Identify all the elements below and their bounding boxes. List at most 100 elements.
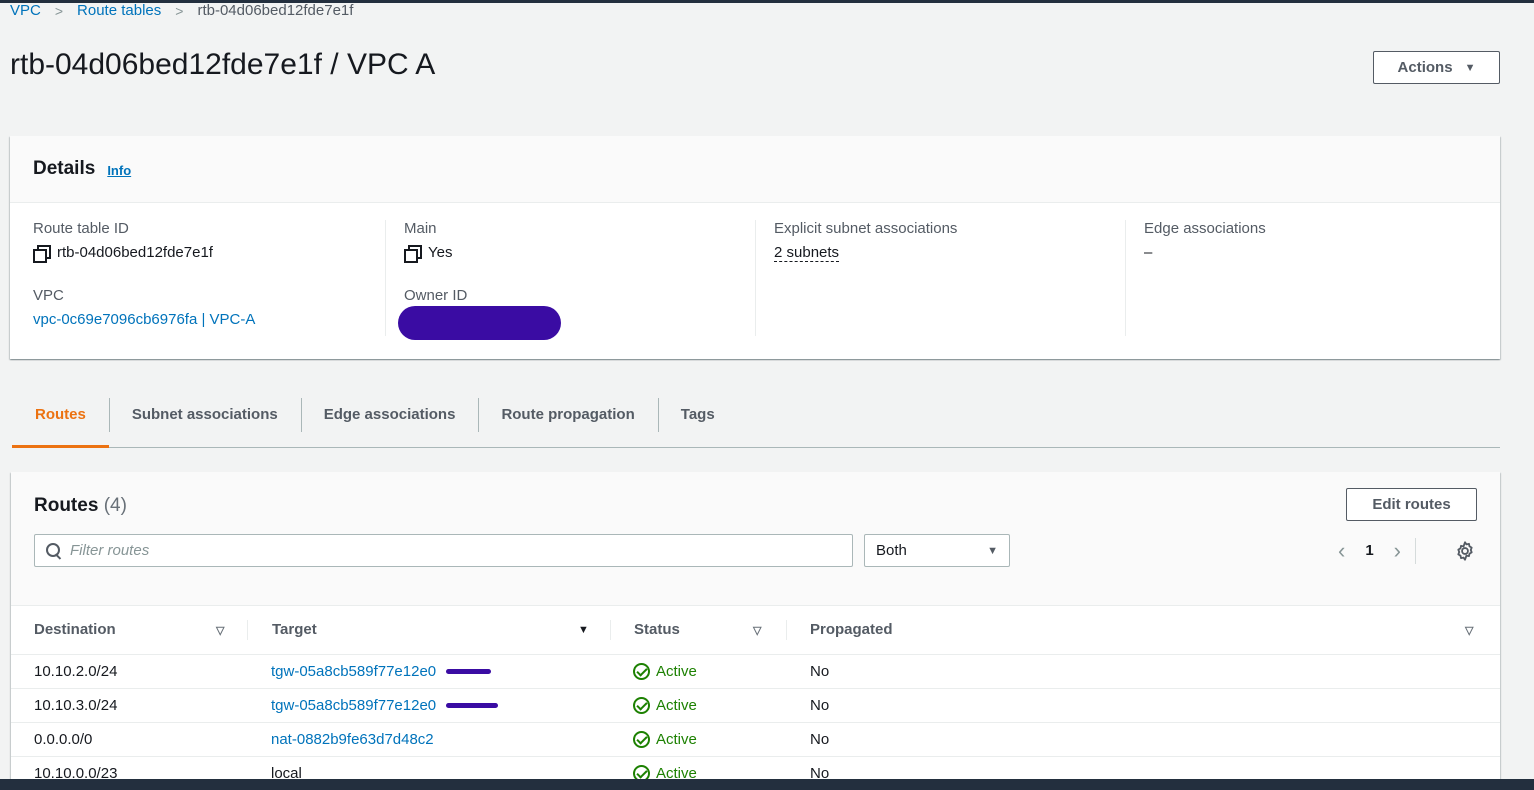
routes-count: (4): [103, 495, 127, 516]
col-target[interactable]: Target ▼: [248, 606, 611, 654]
chevron-right-icon: >: [54, 2, 64, 19]
redaction-mark: [398, 306, 561, 340]
check-circle-icon: [633, 730, 650, 748]
details-col-2: Main Yes Owner ID: [385, 220, 755, 340]
route-table-id-label: Route table ID: [33, 220, 129, 237]
edit-routes-button[interactable]: Edit routes: [1346, 488, 1477, 521]
cell-status: Active: [611, 654, 787, 688]
cell-destination: 0.0.0.0/0: [34, 730, 93, 748]
col-status-label: Status: [634, 621, 680, 639]
tab-tags[interactable]: Tags: [657, 381, 738, 447]
edge-associations-value: –: [1144, 244, 1153, 261]
filter-routes-input[interactable]: [70, 542, 830, 559]
copy-icon[interactable]: [404, 244, 422, 263]
route-table-id-value: rtb-04d06bed12fde7e1f: [33, 244, 383, 263]
cell-propagated: No: [810, 696, 830, 714]
cell-propagated: No: [810, 730, 830, 748]
page-title: rtb-04d06bed12fde7e1f / VPC A: [10, 48, 436, 81]
details-header: Details Info: [10, 136, 1500, 203]
vpc-label: VPC: [33, 287, 64, 304]
page-number[interactable]: 1: [1365, 542, 1373, 559]
actions-label: Actions: [1397, 59, 1453, 76]
propagation-select-value: Both: [876, 542, 907, 559]
target-link[interactable]: nat-0882b9fe63d7d48c2: [271, 731, 434, 748]
breadcrumb-route-tables[interactable]: Route tables: [77, 2, 161, 19]
routes-table: Destination ▽ Target ▼ Status ▽ Propagat…: [11, 606, 1500, 790]
status-text: Active: [656, 696, 697, 714]
table-row: 0.0.0.0/0 nat-0882b9fe63d7d48c2 Active N…: [11, 722, 1500, 756]
cell-target: nat-0882b9fe63d7d48c2: [248, 722, 611, 756]
main-label: Main: [404, 220, 437, 237]
col-destination[interactable]: Destination ▽: [11, 606, 248, 654]
main-value: Yes: [404, 244, 755, 263]
routes-header: Routes (4) Edit routes Both ▼ ‹ 1 ›: [11, 472, 1500, 606]
edge-associations-label: Edge associations: [1144, 220, 1266, 237]
table-row: 10.10.2.0/24 tgw-05a8cb589f77e12e0 Activ…: [11, 654, 1500, 688]
details-heading: Details: [33, 158, 96, 179]
explicit-subnet-value: 2 subnets: [774, 244, 1125, 262]
status-text: Active: [656, 730, 697, 748]
check-circle-icon: [633, 662, 650, 680]
routes-title: Routes (4): [34, 495, 127, 517]
tab-bar: Routes Subnet associations Edge associat…: [12, 381, 1500, 448]
search-icon: [46, 542, 62, 559]
target-link[interactable]: tgw-05a8cb589f77e12e0: [271, 697, 436, 714]
status-text: Active: [656, 662, 697, 680]
tab-routes[interactable]: Routes: [12, 381, 109, 448]
redaction-mark: [446, 702, 499, 708]
chevron-right-icon[interactable]: ›: [1394, 538, 1401, 564]
col-propagated-label: Propagated: [810, 621, 893, 639]
explicit-subnet-label: Explicit subnet associations: [774, 220, 958, 237]
owner-id-label: Owner ID: [404, 287, 468, 304]
breadcrumb: VPC > Route tables > rtb-04d06bed12fde7e…: [10, 2, 353, 19]
cell-propagated: No: [810, 662, 830, 680]
caret-down-icon: ▼: [1464, 61, 1476, 74]
chevron-right-icon: >: [175, 2, 184, 19]
col-status[interactable]: Status ▽: [611, 606, 787, 654]
redaction-mark: [446, 668, 492, 674]
details-panel: Details Info Route table ID rtb-04d06bed…: [10, 136, 1500, 359]
sort-icon: ▽: [753, 625, 762, 637]
info-link[interactable]: Info: [107, 163, 131, 178]
details-col-1: Route table ID rtb-04d06bed12fde7e1f VPC…: [33, 220, 383, 336]
breadcrumb-vpc[interactable]: VPC: [10, 2, 41, 19]
tab-subnet-associations[interactable]: Subnet associations: [108, 381, 301, 447]
route-table-id-text: rtb-04d06bed12fde7e1f: [57, 244, 213, 261]
table-header-row: Destination ▽ Target ▼ Status ▽ Propagat…: [11, 606, 1500, 654]
col-propagated[interactable]: Propagated ▽: [787, 606, 1500, 654]
tab-route-propagation[interactable]: Route propagation: [478, 381, 657, 447]
col-target-label: Target: [272, 621, 317, 639]
cell-status: Active: [611, 722, 787, 756]
details-col-3: Explicit subnet associations 2 subnets: [755, 220, 1125, 336]
pager-divider: [1415, 537, 1416, 564]
table-row: 10.10.3.0/24 tgw-05a8cb589f77e12e0 Activ…: [11, 688, 1500, 722]
gear-icon[interactable]: [1454, 540, 1476, 562]
cell-destination: 10.10.3.0/24: [34, 696, 118, 714]
check-circle-icon: [633, 696, 650, 714]
routes-panel: Routes (4) Edit routes Both ▼ ‹ 1 › Des: [11, 472, 1500, 790]
routes-title-text: Routes: [34, 495, 99, 516]
propagation-select[interactable]: Both ▼: [864, 534, 1010, 567]
filter-box: [34, 534, 853, 567]
actions-button[interactable]: Actions ▼: [1373, 51, 1500, 84]
details-col-4: Edge associations –: [1125, 220, 1485, 336]
breadcrumb-current: rtb-04d06bed12fde7e1f: [197, 2, 354, 19]
col-destination-label: Destination: [34, 621, 116, 639]
sort-icon: ▽: [1465, 625, 1474, 637]
vpc-link[interactable]: vpc-0c69e7096cb6976fa | VPC-A: [33, 311, 255, 328]
main-value-text: Yes: [428, 244, 453, 261]
cell-target: tgw-05a8cb589f77e12e0: [248, 688, 611, 722]
subnets-popover[interactable]: 2 subnets: [774, 244, 840, 262]
chevron-left-icon[interactable]: ‹: [1338, 538, 1345, 564]
tab-edge-associations[interactable]: Edge associations: [300, 381, 479, 447]
target-link[interactable]: tgw-05a8cb589f77e12e0: [271, 663, 436, 680]
cell-destination: 10.10.2.0/24: [34, 662, 118, 680]
pagination: ‹ 1 ›: [1338, 534, 1416, 567]
cell-status: Active: [611, 688, 787, 722]
copy-icon[interactable]: [33, 244, 51, 263]
sort-descending-icon: ▼: [578, 624, 589, 636]
sort-icon: ▽: [216, 625, 225, 637]
cell-target: tgw-05a8cb589f77e12e0: [248, 654, 611, 688]
vpc-value: vpc-0c69e7096cb6976fa | VPC-A: [33, 311, 383, 328]
taskbar: [0, 779, 1534, 790]
